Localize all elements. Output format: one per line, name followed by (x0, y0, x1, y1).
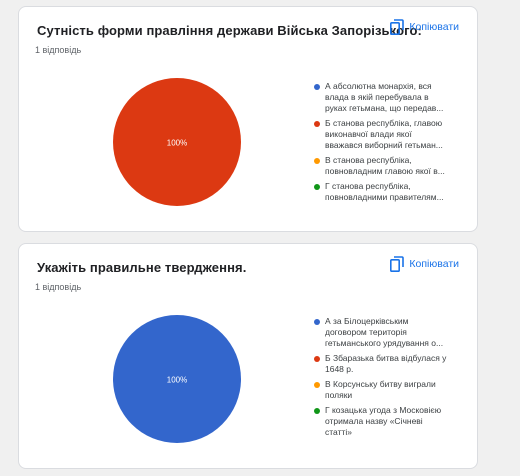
legend-dot (314, 408, 320, 414)
question-card-2: Укажіть правильне твердження. Копіювати … (18, 243, 478, 469)
legend-line: влада в якій перебувала в (325, 92, 429, 102)
chart-legend: А за Білоцерківським договором територія… (314, 316, 464, 442)
legend-item: В станова республіка, повновладним главо… (314, 155, 464, 177)
question-title: Укажіть правильне твердження. (37, 260, 247, 275)
copy-icon (390, 19, 405, 35)
legend-dot (314, 158, 320, 164)
copy-button[interactable]: Копіювати (390, 19, 459, 35)
pie-label: 100% (166, 375, 188, 385)
legend-line: В Корсунську битву виграли (325, 379, 436, 389)
legend-line: Б Збаразька битва відбулася у (325, 353, 447, 363)
response-count: 1 відповідь (35, 282, 82, 292)
legend-item: Б Збаразька битва відбулася у 1648 р. (314, 353, 464, 375)
legend-dot (314, 356, 320, 362)
legend-item: Б станова республіка, главою виконавчої … (314, 118, 464, 151)
pie-label: 100% (166, 138, 188, 148)
legend-line: гетьманського урядування о... (325, 338, 444, 348)
legend-dot (314, 121, 320, 127)
legend-dot (314, 84, 320, 90)
question-title: Сутність форми правління держави Війська… (37, 23, 422, 38)
legend-line: В станова республіка, (325, 155, 412, 165)
legend-line: 1648 р. (325, 364, 354, 374)
legend-line: повновладними правителям... (325, 192, 444, 202)
copy-button-label: Копіювати (409, 258, 459, 270)
legend-item: Г станова республіка, повновладними прав… (314, 181, 464, 203)
legend-line: руках гетьмана, що передав... (325, 103, 444, 113)
legend-line: вважався виборний гетьман... (325, 140, 443, 150)
response-count: 1 відповідь (35, 45, 82, 55)
copy-icon (390, 256, 405, 272)
legend-line: договором територія (325, 327, 407, 337)
legend-line: повновладним главою якої в... (325, 166, 445, 176)
copy-button[interactable]: Копіювати (390, 256, 459, 272)
legend-line: поляки (325, 390, 353, 400)
legend-line: Г станова республіка, (325, 181, 411, 191)
legend-dot (314, 319, 320, 325)
legend-line: А абсолютна монархія, вся (325, 81, 432, 91)
legend-line: виконавчої влади якої (325, 129, 412, 139)
chart-legend: А абсолютна монархія, вся влада в якій п… (314, 81, 464, 207)
legend-line: статті» (325, 427, 352, 437)
legend-item: В Корсунську битву виграли поляки (314, 379, 464, 401)
legend-line: А за Білоцерківським (325, 316, 409, 326)
legend-dot (314, 184, 320, 190)
copy-button-label: Копіювати (409, 21, 459, 33)
legend-item: А за Білоцерківським договором територія… (314, 316, 464, 349)
legend-line: Б станова республіка, главою (325, 118, 443, 128)
question-card-1: Сутність форми правління держави Війська… (18, 6, 478, 232)
legend-line: Г козацька угода з Московією (325, 405, 442, 415)
legend-item: А абсолютна монархія, вся влада в якій п… (314, 81, 464, 114)
legend-item: Г козацька угода з Московією отримала на… (314, 405, 464, 438)
legend-line: отримала назву «Січневі (325, 416, 423, 426)
legend-dot (314, 382, 320, 388)
